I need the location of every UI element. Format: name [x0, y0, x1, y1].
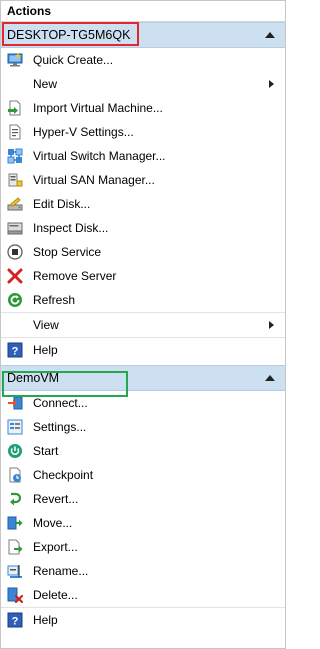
move-label: Move... — [33, 516, 73, 530]
view-item[interactable]: View — [1, 312, 285, 337]
host-section-label: DESKTOP-TG5M6QK — [7, 28, 131, 42]
actions-pane: Actions DESKTOP-TG5M6QK Quick Create... … — [0, 0, 286, 649]
virtual-switch-manager-item[interactable]: Virtual Switch Manager... — [1, 144, 285, 168]
vm-actions-list: Connect... Settings... Start Checkpoint … — [1, 391, 285, 632]
edit-disk-item[interactable]: Edit Disk... — [1, 192, 285, 216]
delete-item[interactable]: Delete... — [1, 583, 285, 607]
new-item[interactable]: New — [1, 72, 285, 96]
revert-icon — [10, 492, 22, 506]
vm-help-label: Help — [33, 613, 58, 627]
vm-settings-label: Settings... — [33, 420, 87, 434]
import-vm-icon — [8, 100, 21, 116]
vm-settings-icon — [7, 419, 23, 435]
checkpoint-label: Checkpoint — [33, 468, 94, 482]
collapse-vm-section-icon[interactable] — [265, 375, 275, 381]
hyper-v-settings-label: Hyper-V Settings... — [33, 125, 134, 139]
submenu-arrow-icon — [269, 321, 274, 329]
help-icon: ? — [7, 342, 23, 358]
svg-text:?: ? — [12, 616, 19, 628]
start-item[interactable]: Start — [1, 439, 285, 463]
inspect-disk-icon — [7, 222, 23, 235]
host-help-item[interactable]: ? Help — [1, 337, 285, 362]
virtual-switch-icon — [7, 148, 23, 164]
hyperv-settings-icon — [9, 124, 21, 140]
vm-section-header[interactable]: DemoVM — [1, 365, 285, 391]
view-label: View — [33, 318, 59, 332]
remove-server-item[interactable]: Remove Server — [1, 264, 285, 288]
inspect-disk-label: Inspect Disk... — [33, 221, 109, 235]
rename-icon — [7, 565, 22, 578]
revert-label: Revert... — [33, 492, 79, 506]
help-icon: ? — [7, 612, 23, 628]
connect-item[interactable]: Connect... — [1, 391, 285, 415]
import-virtual-machine-label: Import Virtual Machine... — [33, 101, 163, 115]
collapse-host-section-icon[interactable] — [265, 32, 275, 38]
quick-create-item[interactable]: Quick Create... — [1, 48, 285, 72]
refresh-icon — [8, 293, 22, 307]
remove-server-icon — [7, 268, 23, 284]
edit-disk-label: Edit Disk... — [33, 197, 91, 211]
edit-disk-icon — [7, 197, 23, 211]
virtual-switch-manager-label: Virtual Switch Manager... — [33, 149, 166, 163]
quick-create-label: Quick Create... — [33, 53, 114, 67]
move-icon — [7, 516, 23, 530]
stop-service-label: Stop Service — [33, 245, 102, 259]
refresh-item[interactable]: Refresh — [1, 288, 285, 312]
remove-server-label: Remove Server — [33, 269, 117, 283]
rename-item[interactable]: Rename... — [1, 559, 285, 583]
virtual-san-icon — [8, 173, 23, 187]
move-item[interactable]: Move... — [1, 511, 285, 535]
vm-help-item[interactable]: ? Help — [1, 607, 285, 632]
export-label: Export... — [33, 540, 78, 554]
virtual-san-manager-item[interactable]: Virtual SAN Manager... — [1, 168, 285, 192]
vm-settings-item[interactable]: Settings... — [1, 415, 285, 439]
virtual-san-manager-label: Virtual SAN Manager... — [33, 173, 155, 187]
host-help-label: Help — [33, 343, 58, 357]
start-icon — [8, 444, 22, 458]
refresh-label: Refresh — [33, 293, 76, 307]
import-virtual-machine-item[interactable]: Import Virtual Machine... — [1, 96, 285, 120]
connect-label: Connect... — [33, 396, 88, 410]
connect-icon — [8, 396, 23, 410]
export-icon — [8, 539, 23, 555]
host-actions-list: Quick Create... New Import Virtual Machi… — [1, 48, 285, 362]
export-item[interactable]: Export... — [1, 535, 285, 559]
delete-icon — [7, 587, 23, 603]
actions-title: Actions — [1, 1, 285, 22]
revert-item[interactable]: Revert... — [1, 487, 285, 511]
inspect-disk-item[interactable]: Inspect Disk... — [1, 216, 285, 240]
new-label: New — [33, 77, 58, 91]
checkpoint-icon — [9, 467, 21, 483]
checkpoint-item[interactable]: Checkpoint — [1, 463, 285, 487]
vm-section-label: DemoVM — [7, 371, 60, 385]
svg-text:?: ? — [12, 346, 19, 358]
submenu-arrow-icon — [269, 80, 274, 88]
host-section-header[interactable]: DESKTOP-TG5M6QK — [1, 22, 285, 48]
rename-label: Rename... — [33, 564, 89, 578]
quick-create-icon — [7, 53, 23, 67]
start-label: Start — [33, 444, 59, 458]
stop-service-item[interactable]: Stop Service — [1, 240, 285, 264]
hyper-v-settings-item[interactable]: Hyper-V Settings... — [1, 120, 285, 144]
delete-label: Delete... — [33, 588, 78, 602]
stop-service-icon — [7, 244, 23, 260]
